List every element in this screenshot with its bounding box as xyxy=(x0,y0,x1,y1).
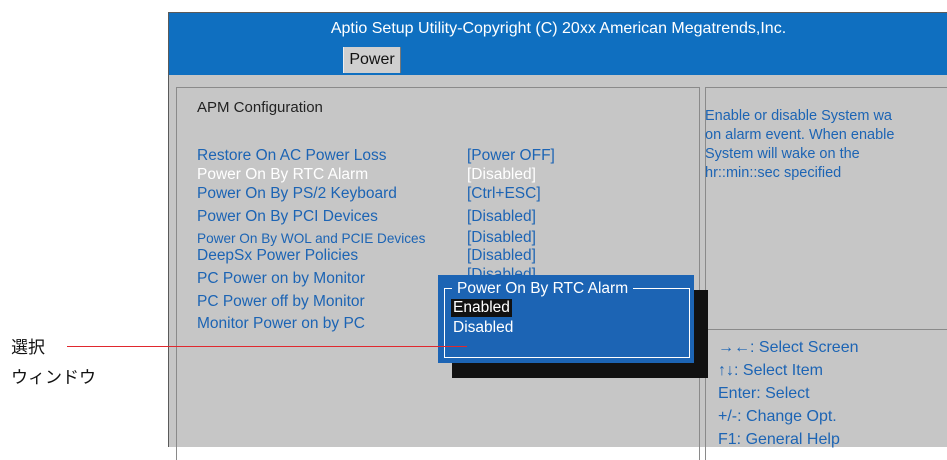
key-select-screen: →←: Select Screen xyxy=(718,339,859,356)
key-enter-select: Enter: Select xyxy=(718,385,810,402)
callout-label: 選択 ウィンドウ xyxy=(11,333,96,393)
app-title: Aptio Setup Utility-Copyright (C) 20xx A… xyxy=(330,20,787,37)
setting-value-restore-ac-power-loss[interactable]: [Power OFF] xyxy=(467,147,555,165)
help-line: Enable or disable System wa xyxy=(705,108,892,124)
setting-monitor-power-on-by-pc[interactable]: Monitor Power on by PC xyxy=(197,315,365,333)
help-line: System will wake on the xyxy=(705,146,860,162)
setting-value-power-on-ps2-keyboard[interactable]: [Ctrl+ESC] xyxy=(467,185,541,203)
popup-option-enabled[interactable]: Enabled xyxy=(451,299,512,317)
setting-power-on-rtc-alarm[interactable]: Power On By RTC Alarm xyxy=(197,166,368,184)
setting-value-power-on-rtc-alarm[interactable]: [Disabled] xyxy=(467,166,536,184)
help-description: Enable or disable System wa on alarm eve… xyxy=(705,107,947,183)
key-select-item: ↑↓: Select Item xyxy=(718,362,823,379)
setting-power-on-ps2-keyboard[interactable]: Power On By PS/2 Keyboard xyxy=(197,185,397,203)
help-divider xyxy=(705,329,947,330)
popup-option-disabled[interactable]: Disabled xyxy=(451,319,515,337)
help-line: on alarm event. When enable xyxy=(705,127,895,143)
setting-restore-ac-power-loss[interactable]: Restore On AC Power Loss xyxy=(197,147,387,165)
setting-pc-power-off-by-monitor[interactable]: PC Power off by Monitor xyxy=(197,293,365,311)
setting-power-on-wol-pcie[interactable]: Power On By WOL and PCIE Devices xyxy=(197,231,425,246)
setting-power-on-pci-devices[interactable]: Power On By PCI Devices xyxy=(197,208,378,226)
tab-power[interactable]: Power xyxy=(343,47,401,73)
popup-title: Power On By RTC Alarm xyxy=(452,280,634,298)
setting-value-power-on-pci-devices[interactable]: [Disabled] xyxy=(467,208,536,226)
setting-deepsx-power-policies[interactable]: DeepSx Power Policies xyxy=(197,247,358,265)
help-line: hr::min::sec specified xyxy=(705,165,842,181)
section-title: APM Configuration xyxy=(197,99,323,116)
setting-value-deepsx-power-policies[interactable]: [Disabled] xyxy=(467,247,536,265)
title-bar: Aptio Setup Utility-Copyright (C) 20xx A… xyxy=(169,13,947,75)
key-general-help: F1: General Help xyxy=(718,431,840,448)
key-change-opt: +/-: Change Opt. xyxy=(718,408,837,425)
callout-label-line2: ウィンドウ xyxy=(11,368,96,387)
key-legend: →←: Select Screen ↑↓: Select Item Enter:… xyxy=(718,336,859,451)
setting-pc-power-on-by-monitor[interactable]: PC Power on by Monitor xyxy=(197,270,365,288)
option-popup: Power On By RTC Alarm Enabled Disabled xyxy=(438,275,694,363)
callout-label-line1: 選択 xyxy=(11,338,45,357)
callout-line xyxy=(67,346,467,347)
setting-value-power-on-wol-pcie[interactable]: [Disabled] xyxy=(467,229,536,247)
